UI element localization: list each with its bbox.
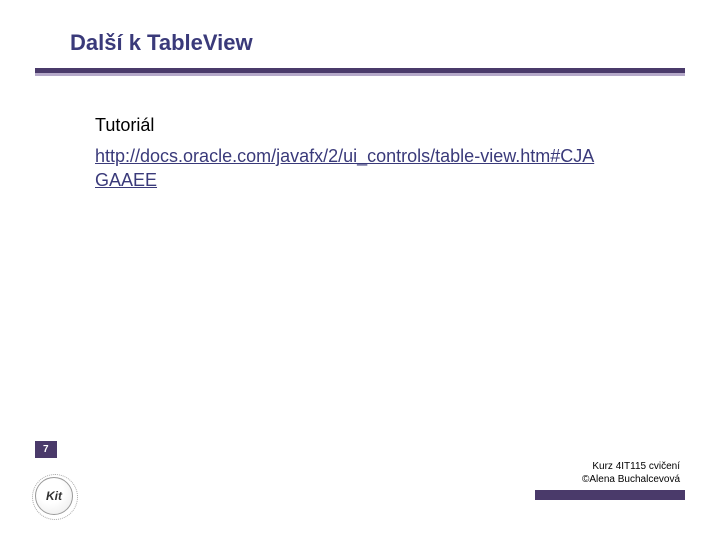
page-number-badge: 7 [35,441,57,458]
tutorial-heading: Tutoriál [95,115,660,136]
footer-text: Kurz 4IT115 cvičení ©Alena Buchalcevová [582,460,680,486]
content-area: Tutoriál http://docs.oracle.com/javafx/2… [95,115,660,193]
slide-title: Další k TableView [70,30,253,56]
divider-secondary [35,73,685,76]
tutorial-link[interactable]: http://docs.oracle.com/javafx/2/ui_contr… [95,144,600,193]
footer-accent-bar [535,490,685,500]
footer-course: Kurz 4IT115 cvičení [582,460,680,473]
footer-author: ©Alena Buchalcevová [582,473,680,486]
slide-container: Další k TableView Tutoriál http://docs.o… [0,0,720,540]
kit-logo-icon: Kit [35,477,73,515]
logo-label: Kit [46,489,62,503]
